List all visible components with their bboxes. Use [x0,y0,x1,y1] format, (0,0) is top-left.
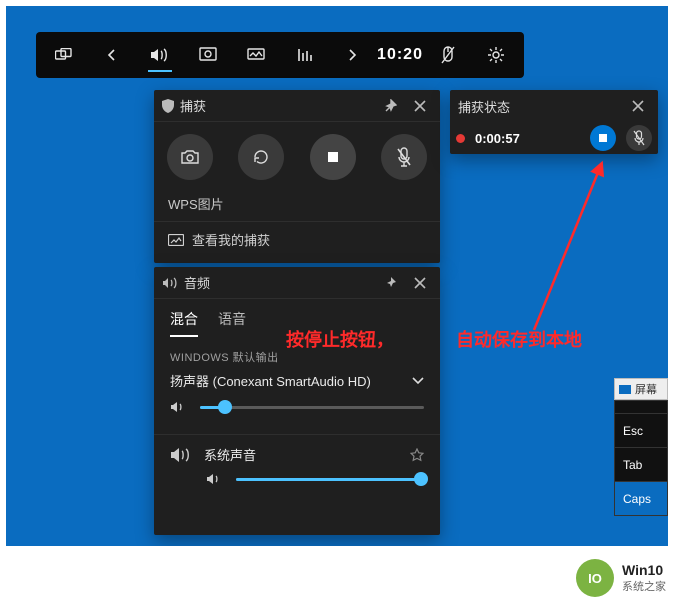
status-body: 0:00:57 [450,122,658,154]
system-sound-row: 系统声音 [154,443,440,464]
arrow-annotation [464,160,664,350]
site-brand: IO Win10 系统之家 [576,559,666,597]
divider [154,434,440,435]
status-panel: 捕获状态 0:00:57 [450,90,658,154]
pin-icon[interactable] [378,94,402,118]
capture-panel-header: 捕获 [154,90,440,122]
shield-icon [162,99,174,113]
screenshot-button[interactable] [167,134,213,180]
record-dot-icon [456,134,465,143]
close-icon[interactable] [626,94,650,118]
brand-line1: Win10 [622,562,666,578]
star-icon[interactable] [410,448,424,462]
gear-icon[interactable] [472,32,520,78]
speaker-icon [162,277,178,289]
system-volume-row [154,464,440,498]
audio-title: 音频 [184,273,210,292]
view-captures-link[interactable]: 查看我的捕获 [154,221,440,257]
status-title: 捕获状态 [458,97,510,116]
stop-recording-button[interactable] [590,125,616,151]
key-caps[interactable]: Caps [614,482,668,516]
output-device-row[interactable]: 扬声器 (Conexant SmartAudio HD) [154,365,440,392]
mic-off-button[interactable] [381,134,427,180]
key-tab[interactable]: Tab [614,448,668,482]
speaker-icon [170,400,188,414]
close-icon[interactable] [408,271,432,295]
annotation-press-stop: 按停止按钮， [286,326,394,352]
master-volume-slider[interactable] [200,398,424,416]
speaker-icon [170,446,192,464]
audio-panel: 音频 混合 语音 WINDOWS 默认输出 扬声器 (Conexant Smar… [154,267,440,535]
system-sound-label: 系统声音 [204,445,256,464]
capture-panel: 捕获 WPS图片 [154,90,440,263]
performance-icon[interactable] [232,32,280,78]
chevron-left-icon[interactable] [88,32,136,78]
clock-label: 10:20 [376,32,424,78]
xbox-icon[interactable] [280,32,328,78]
master-volume-row [154,392,440,426]
snippet-title-bar: 屏幕 [614,378,668,400]
keyboard-snippet: 屏幕 Esc Tab Caps [614,378,668,516]
chevron-down-icon [412,377,424,385]
capture-actions-row [154,122,440,192]
widgets-icon[interactable] [40,32,88,78]
audio-icon[interactable] [136,32,184,78]
tab-voice[interactable]: 语音 [218,309,246,337]
desktop-background: 10:20 捕获 [6,6,668,546]
audio-panel-header: 音频 [154,267,440,299]
device-name-label: 扬声器 (Conexant SmartAudio HD) [170,371,371,390]
gallery-icon [168,234,184,246]
capture-icon[interactable] [184,32,232,78]
brand-logo-icon: IO [576,559,614,597]
system-volume-slider[interactable] [236,470,424,488]
close-icon[interactable] [408,94,432,118]
kbd-app-icon [619,385,631,394]
pin-icon[interactable] [378,271,402,295]
record-last-button[interactable] [238,134,284,180]
game-bar: 10:20 [36,32,524,78]
tab-mix[interactable]: 混合 [170,309,198,337]
status-panel-header: 捕获状态 [450,90,658,122]
capture-title: 捕获 [180,96,206,115]
recording-time: 0:00:57 [475,131,520,146]
capture-app-label: WPS图片 [154,192,440,221]
snippet-toolbar [614,400,668,414]
view-captures-label: 查看我的捕获 [192,230,270,249]
brand-line2: 系统之家 [622,578,666,594]
mouse-off-icon[interactable] [424,32,472,78]
svg-text:IO: IO [588,571,602,586]
speaker-icon [206,472,224,486]
chevron-right-icon[interactable] [328,32,376,78]
stop-record-button[interactable] [310,134,356,180]
snippet-title: 屏幕 [635,381,657,397]
annotation-auto-save: 自动保存到本地 [456,326,582,352]
key-esc[interactable]: Esc [614,414,668,448]
mic-off-button[interactable] [626,125,652,151]
